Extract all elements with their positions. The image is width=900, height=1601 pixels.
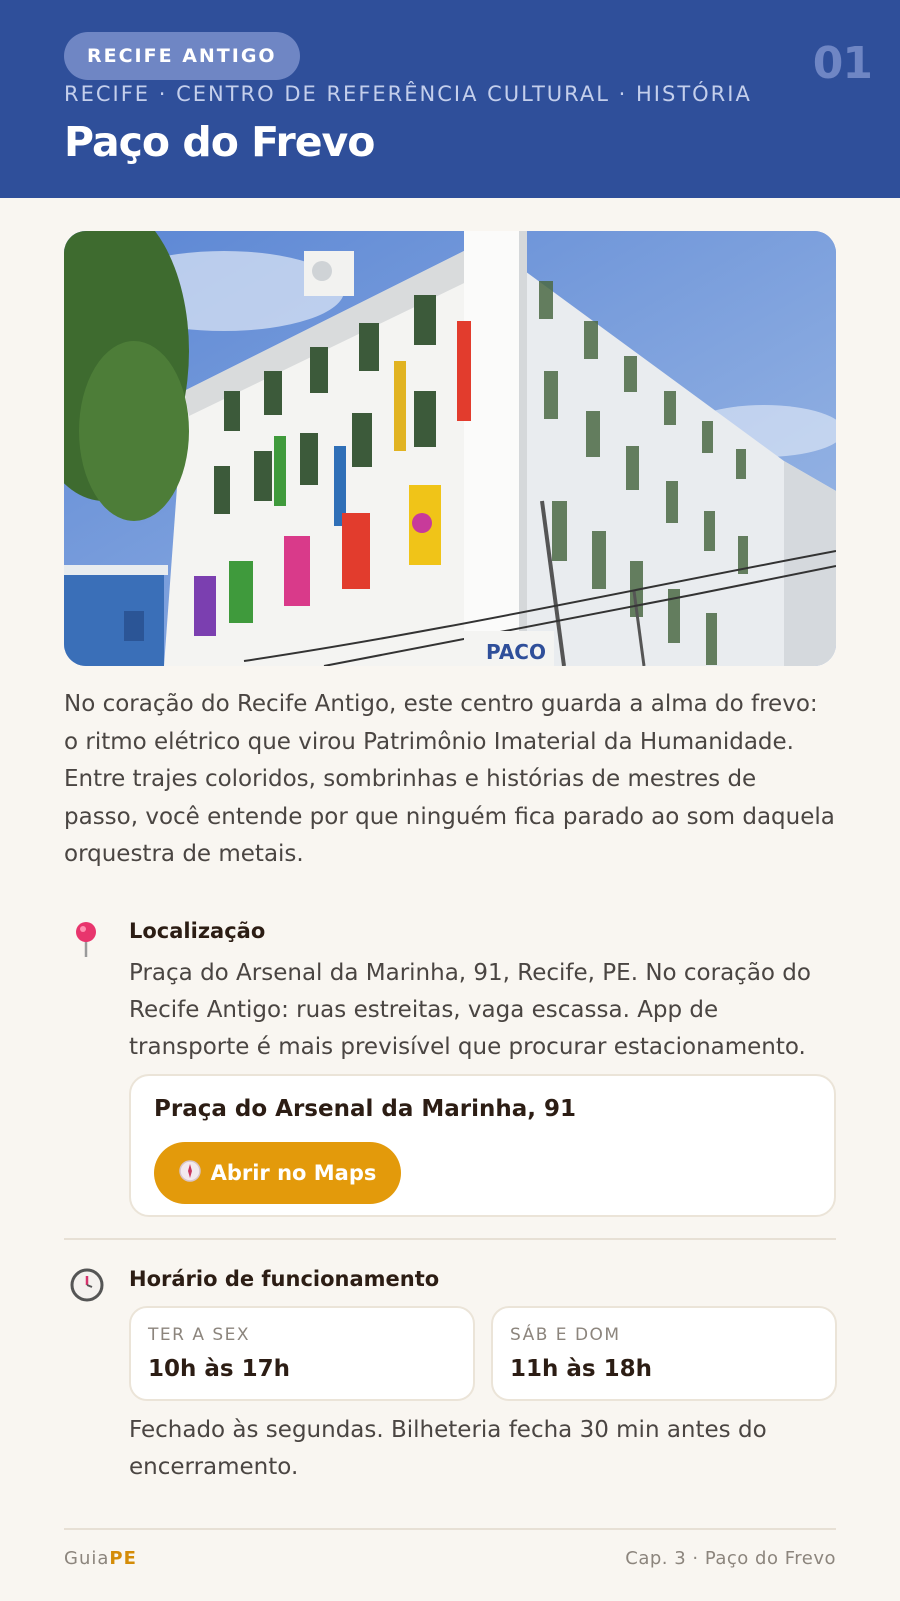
hours-days: SÁB E DOM — [510, 1325, 621, 1345]
hours-note: Fechado às segundas. Bilheteria fecha 30… — [129, 1417, 767, 1480]
hours-time: 10h às 17h — [148, 1356, 290, 1382]
open-maps-label: Abrir no Maps — [210, 1161, 377, 1185]
page-title: Paço do Frevo — [64, 118, 375, 166]
region-badge: RECIFE ANTIGO — [64, 32, 300, 80]
brand-prefix: Guia — [64, 1548, 110, 1569]
footer-brand: GuiaPE — [64, 1548, 137, 1569]
clock-icon — [70, 1268, 104, 1306]
chapter-number: 01 — [812, 38, 873, 89]
hours-time: 11h às 18h — [510, 1356, 652, 1382]
intro-paragraph: No coração do Recife Antigo, este centro… — [64, 691, 835, 867]
hours-card-weekdays: TER A SEX 10h às 17h — [129, 1306, 475, 1401]
location-title: Localização — [129, 919, 266, 943]
building-sign: PACO — [486, 640, 546, 664]
footer-chapter: Cap. 3 · Paço do Frevo — [625, 1548, 836, 1569]
page-subtitle: RECIFE · CENTRO DE REFERÊNCIA CULTURAL ·… — [64, 82, 752, 106]
hours-card-weekend: SÁB E DOM 11h às 18h — [491, 1306, 837, 1401]
page-header: RECIFE ANTIGO 01 RECIFE · CENTRO DE REFE… — [0, 0, 900, 198]
compass-icon — [178, 1159, 201, 1187]
section-divider — [64, 1238, 836, 1240]
hours-title: Horário de funcionamento — [129, 1267, 440, 1291]
address-card: Praça do Arsenal da Marinha, 91 Abrir no… — [129, 1074, 836, 1217]
open-maps-button[interactable]: Abrir no Maps — [154, 1142, 401, 1204]
address-text: Praça do Arsenal da Marinha, 91 — [154, 1096, 577, 1122]
location-text: Praça do Arsenal da Marinha, 91, Recife,… — [129, 960, 811, 1060]
brand-suffix: PE — [109, 1548, 137, 1569]
building-photo: PACO — [64, 231, 836, 666]
map-pin-icon — [73, 921, 99, 961]
hours-days: TER A SEX — [148, 1325, 251, 1345]
footer-divider — [64, 1528, 836, 1530]
